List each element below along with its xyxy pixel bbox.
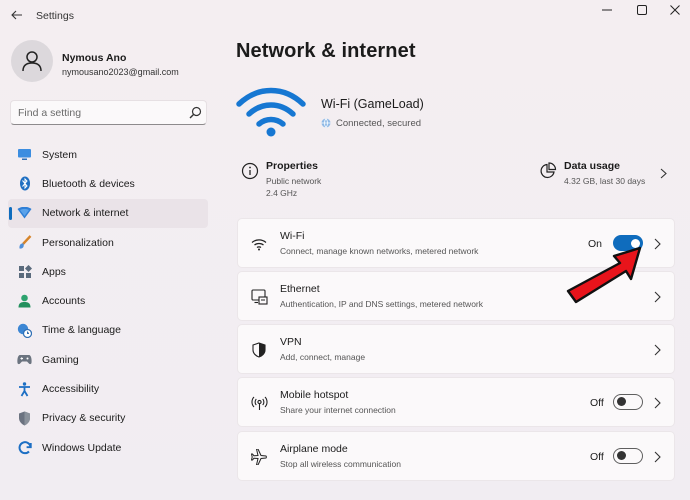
card-subtitle: Share your internet connection bbox=[280, 405, 396, 415]
search-box[interactable] bbox=[10, 100, 207, 125]
chevron-right-icon bbox=[654, 397, 661, 409]
sidebar-item-label: Apps bbox=[42, 265, 66, 278]
globe-clock-icon bbox=[17, 323, 32, 338]
data-usage-link[interactable]: Data usage 4.32 GB, last 30 days bbox=[536, 152, 676, 198]
sidebar-item-label: Gaming bbox=[42, 353, 79, 366]
gamepad-icon bbox=[17, 352, 32, 367]
minimize-icon bbox=[602, 9, 612, 11]
wifi-large-icon bbox=[236, 87, 306, 137]
sidebar-item-gaming[interactable]: Gaming bbox=[8, 345, 208, 374]
properties-link[interactable]: Properties Public network 2.4 GHz bbox=[236, 152, 506, 198]
sidebar-item-privacy-security[interactable]: Privacy & security bbox=[8, 404, 208, 433]
maximize-icon bbox=[637, 5, 647, 15]
monitor-icon bbox=[17, 147, 32, 162]
hotspot-icon bbox=[250, 394, 268, 412]
sidebar-item-label: Windows Update bbox=[42, 441, 122, 454]
toggle-state-label: Off bbox=[590, 451, 604, 463]
maximize-button[interactable] bbox=[627, 2, 657, 18]
close-icon bbox=[670, 5, 680, 15]
person-icon bbox=[22, 51, 42, 72]
card-title: Wi-Fi bbox=[280, 230, 305, 242]
sidebar-item-time-language[interactable]: Time & language bbox=[8, 316, 208, 345]
sidebar-nav: System Bluetooth & devices Network & int… bbox=[8, 140, 208, 462]
toggle-knob bbox=[617, 397, 626, 407]
app-title: Settings bbox=[36, 10, 74, 22]
bluetooth-icon bbox=[17, 176, 32, 191]
chevron-right-icon bbox=[654, 344, 661, 356]
accessibility-icon bbox=[17, 381, 32, 397]
brush-icon bbox=[17, 235, 32, 250]
update-icon bbox=[17, 440, 32, 455]
card-title: VPN bbox=[280, 336, 302, 348]
annotation-arrow-icon bbox=[566, 246, 642, 304]
sidebar-item-label: Privacy & security bbox=[42, 412, 126, 425]
toggle-knob bbox=[617, 451, 626, 461]
title-bar: Settings bbox=[0, 0, 690, 32]
sidebar-item-personalization[interactable]: Personalization bbox=[8, 228, 208, 257]
properties-network-type: Public network bbox=[266, 176, 322, 186]
sidebar-item-label: Time & language bbox=[42, 324, 121, 337]
ethernet-icon bbox=[250, 288, 268, 306]
mobile-hotspot-toggle[interactable] bbox=[613, 394, 643, 410]
vpn-shield-icon bbox=[250, 341, 268, 359]
card-subtitle: Stop all wireless communication bbox=[280, 459, 401, 469]
sidebar-item-windows-update[interactable]: Windows Update bbox=[8, 433, 208, 462]
minimize-button[interactable] bbox=[592, 2, 622, 18]
pie-chart-icon bbox=[540, 162, 557, 179]
sidebar-item-label: Accounts bbox=[42, 295, 86, 308]
shield-icon bbox=[17, 411, 32, 426]
airplane-mode-toggle[interactable] bbox=[613, 448, 643, 464]
card-subtitle: Authentication, IP and DNS settings, met… bbox=[280, 299, 484, 309]
airplane-icon bbox=[250, 448, 268, 466]
page-title: Network & internet bbox=[236, 40, 416, 62]
user-name: Nymous Ano bbox=[62, 52, 127, 64]
sidebar-item-network[interactable]: Network & internet bbox=[8, 198, 208, 228]
card-title: Ethernet bbox=[280, 283, 320, 295]
properties-title: Properties bbox=[266, 160, 318, 172]
settings-window: Settings Nymous Ano nymousano2023@gmail.… bbox=[0, 0, 690, 500]
sidebar-item-system[interactable]: System bbox=[8, 140, 208, 169]
card-title: Mobile hotspot bbox=[280, 389, 349, 401]
network-status: Connected, secured bbox=[336, 118, 422, 129]
vpn-card[interactable]: VPN Add, connect, manage bbox=[237, 324, 675, 374]
person-icon bbox=[17, 294, 32, 309]
back-button[interactable] bbox=[8, 6, 26, 24]
sidebar-item-label: Accessibility bbox=[42, 383, 100, 396]
network-name: Wi-Fi (GameLoad) bbox=[321, 97, 424, 111]
data-usage-title: Data usage bbox=[564, 160, 621, 172]
chevron-right-icon bbox=[654, 451, 661, 463]
search-icon[interactable] bbox=[189, 106, 202, 119]
sidebar-item-accounts[interactable]: Accounts bbox=[8, 286, 208, 315]
sidebar-item-label: Network & internet bbox=[42, 207, 129, 220]
search-input[interactable] bbox=[11, 101, 181, 124]
properties-band: 2.4 GHz bbox=[266, 188, 298, 198]
sidebar-item-bluetooth[interactable]: Bluetooth & devices bbox=[8, 169, 208, 198]
toggle-state-label: Off bbox=[590, 397, 604, 409]
chevron-right-icon bbox=[654, 291, 661, 303]
back-arrow-icon bbox=[11, 10, 22, 20]
card-title: Airplane mode bbox=[280, 443, 348, 455]
info-icon bbox=[241, 162, 259, 180]
sidebar-item-label: System bbox=[42, 148, 78, 161]
globe-icon bbox=[321, 118, 331, 128]
sidebar-item-apps[interactable]: Apps bbox=[8, 257, 208, 286]
card-subtitle: Add, connect, manage bbox=[280, 352, 366, 362]
close-button[interactable] bbox=[660, 2, 690, 18]
chevron-right-icon bbox=[660, 168, 667, 179]
airplane-mode-card[interactable]: Airplane mode Stop all wireless communic… bbox=[237, 431, 675, 481]
sidebar-item-label: Bluetooth & devices bbox=[42, 177, 135, 190]
user-email: nymousano2023@gmail.com bbox=[62, 67, 179, 77]
avatar[interactable] bbox=[11, 40, 53, 82]
mobile-hotspot-card[interactable]: Mobile hotspot Share your internet conne… bbox=[237, 377, 675, 427]
card-subtitle: Connect, manage known networks, metered … bbox=[280, 246, 479, 256]
chevron-right-icon bbox=[654, 238, 661, 250]
sidebar-item-accessibility[interactable]: Accessibility bbox=[8, 374, 208, 403]
network-icon bbox=[17, 206, 32, 221]
data-usage-detail: 4.32 GB, last 30 days bbox=[564, 176, 646, 186]
apps-icon bbox=[17, 264, 32, 279]
sidebar-item-label: Personalization bbox=[42, 236, 114, 249]
wifi-icon bbox=[250, 235, 268, 253]
